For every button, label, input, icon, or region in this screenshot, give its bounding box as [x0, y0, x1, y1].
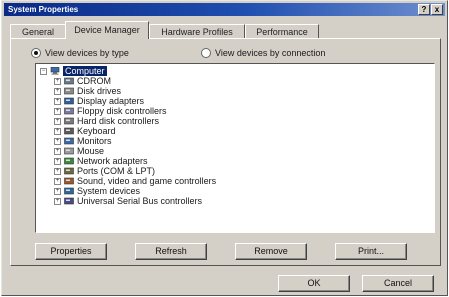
hard-disk-controller-icon [64, 117, 74, 125]
tree-item[interactable]: + Mouse [54, 146, 104, 156]
tree-item[interactable]: + Hard disk controllers [54, 116, 159, 126]
mouse-icon [64, 147, 74, 155]
cdrom-icon [64, 77, 74, 85]
expand-icon[interactable]: + [54, 177, 61, 185]
expand-icon[interactable]: + [54, 157, 61, 165]
window-title: System Properties [8, 5, 79, 14]
tree-item-label: Network adapters [77, 156, 148, 166]
tab-strip: General Device Manager Hardware Profiles… [10, 21, 410, 39]
cancel-button[interactable]: Cancel [362, 275, 434, 292]
tab-general[interactable]: General [10, 24, 66, 39]
tree-item[interactable]: + Network adapters [54, 156, 148, 166]
monitor-icon [64, 137, 74, 145]
tree-item-label: Monitors [77, 136, 112, 146]
tree-item-label: Ports (COM & LPT) [77, 166, 156, 176]
tree-item[interactable]: + Keyboard [54, 126, 116, 136]
system-devices-icon [64, 187, 74, 195]
tree-item[interactable]: + System devices [54, 186, 140, 196]
expand-icon[interactable]: + [54, 147, 61, 155]
ports-icon [64, 167, 74, 175]
help-button[interactable]: ? [418, 4, 430, 15]
radio-unselected-icon[interactable] [201, 48, 211, 58]
expand-icon[interactable]: + [54, 117, 61, 125]
usb-controller-icon [64, 197, 74, 205]
display-adapter-icon [64, 97, 74, 105]
tree-item-label: Mouse [77, 146, 105, 156]
tree-item[interactable]: + Display adapters [54, 96, 144, 106]
expand-icon[interactable]: + [54, 167, 61, 175]
expand-icon[interactable]: + [54, 77, 61, 85]
tree-item[interactable]: + Sound, video and game controllers [54, 176, 216, 186]
floppy-controller-icon [64, 107, 74, 115]
expand-icon[interactable]: + [54, 97, 61, 105]
tree-item-label: Hard disk controllers [77, 116, 160, 126]
computer-icon [50, 67, 60, 75]
tree-item-label: Floppy disk controllers [77, 106, 167, 116]
network-adapter-icon [64, 157, 74, 165]
tree-item-label: CDROM [77, 76, 111, 86]
tab-hardware-profiles[interactable]: Hardware Profiles [149, 24, 245, 39]
radio-selected-icon[interactable] [31, 48, 41, 58]
expand-icon[interactable]: + [54, 197, 61, 205]
expand-icon[interactable]: + [54, 87, 61, 95]
tree-item[interactable]: + Disk drives [54, 86, 121, 96]
tree-item-label: Sound, video and game controllers [77, 176, 217, 186]
device-manager-panel: View devices by type View devices by con… [10, 38, 441, 266]
tab-performance[interactable]: Performance [245, 24, 319, 39]
print-button[interactable]: Print... [335, 243, 407, 260]
tree-item-label: Display adapters [77, 96, 145, 106]
tree-item[interactable]: + Universal Serial Bus controllers [54, 196, 202, 206]
close-button[interactable]: x [431, 4, 443, 15]
system-properties-window: System Properties ? x General Device Man… [1, 0, 448, 296]
tree-root[interactable]: − Computer [40, 66, 107, 76]
tree-item-label: Keyboard [77, 126, 116, 136]
expand-icon[interactable]: + [54, 137, 61, 145]
remove-button[interactable]: Remove [235, 243, 307, 260]
tree-item[interactable]: + Floppy disk controllers [54, 106, 167, 116]
tree-item-label: Disk drives [77, 86, 122, 96]
radio-label-by-connection: View devices by connection [215, 48, 326, 58]
expand-icon[interactable]: + [54, 127, 61, 135]
disk-drive-icon [64, 87, 74, 95]
tree-item-label: Universal Serial Bus controllers [77, 196, 203, 206]
radio-view-by-connection[interactable]: View devices by connection [201, 47, 325, 59]
title-bar[interactable]: System Properties ? x [4, 3, 445, 16]
expand-icon[interactable]: + [54, 107, 61, 115]
keyboard-icon [64, 127, 74, 135]
tree-item-label: System devices [77, 186, 141, 196]
properties-button[interactable]: Properties [35, 243, 107, 260]
device-tree[interactable]: − Computer + CDROM + Disk drives + Display ad… [35, 63, 435, 233]
expand-icon[interactable]: + [54, 187, 61, 195]
radio-label-by-type: View devices by type [45, 48, 129, 58]
tree-item[interactable]: + Monitors [54, 136, 112, 146]
refresh-button[interactable]: Refresh [135, 243, 207, 260]
tree-item[interactable]: + Ports (COM & LPT) [54, 166, 155, 176]
radio-view-by-type[interactable]: View devices by type [31, 47, 129, 59]
tree-item[interactable]: + CDROM [54, 76, 111, 86]
ok-button[interactable]: OK [278, 275, 350, 292]
tab-device-manager[interactable]: Device Manager [65, 21, 149, 39]
collapse-icon[interactable]: − [40, 67, 47, 75]
sound-controller-icon [64, 177, 74, 185]
tree-root-label: Computer [63, 66, 107, 76]
